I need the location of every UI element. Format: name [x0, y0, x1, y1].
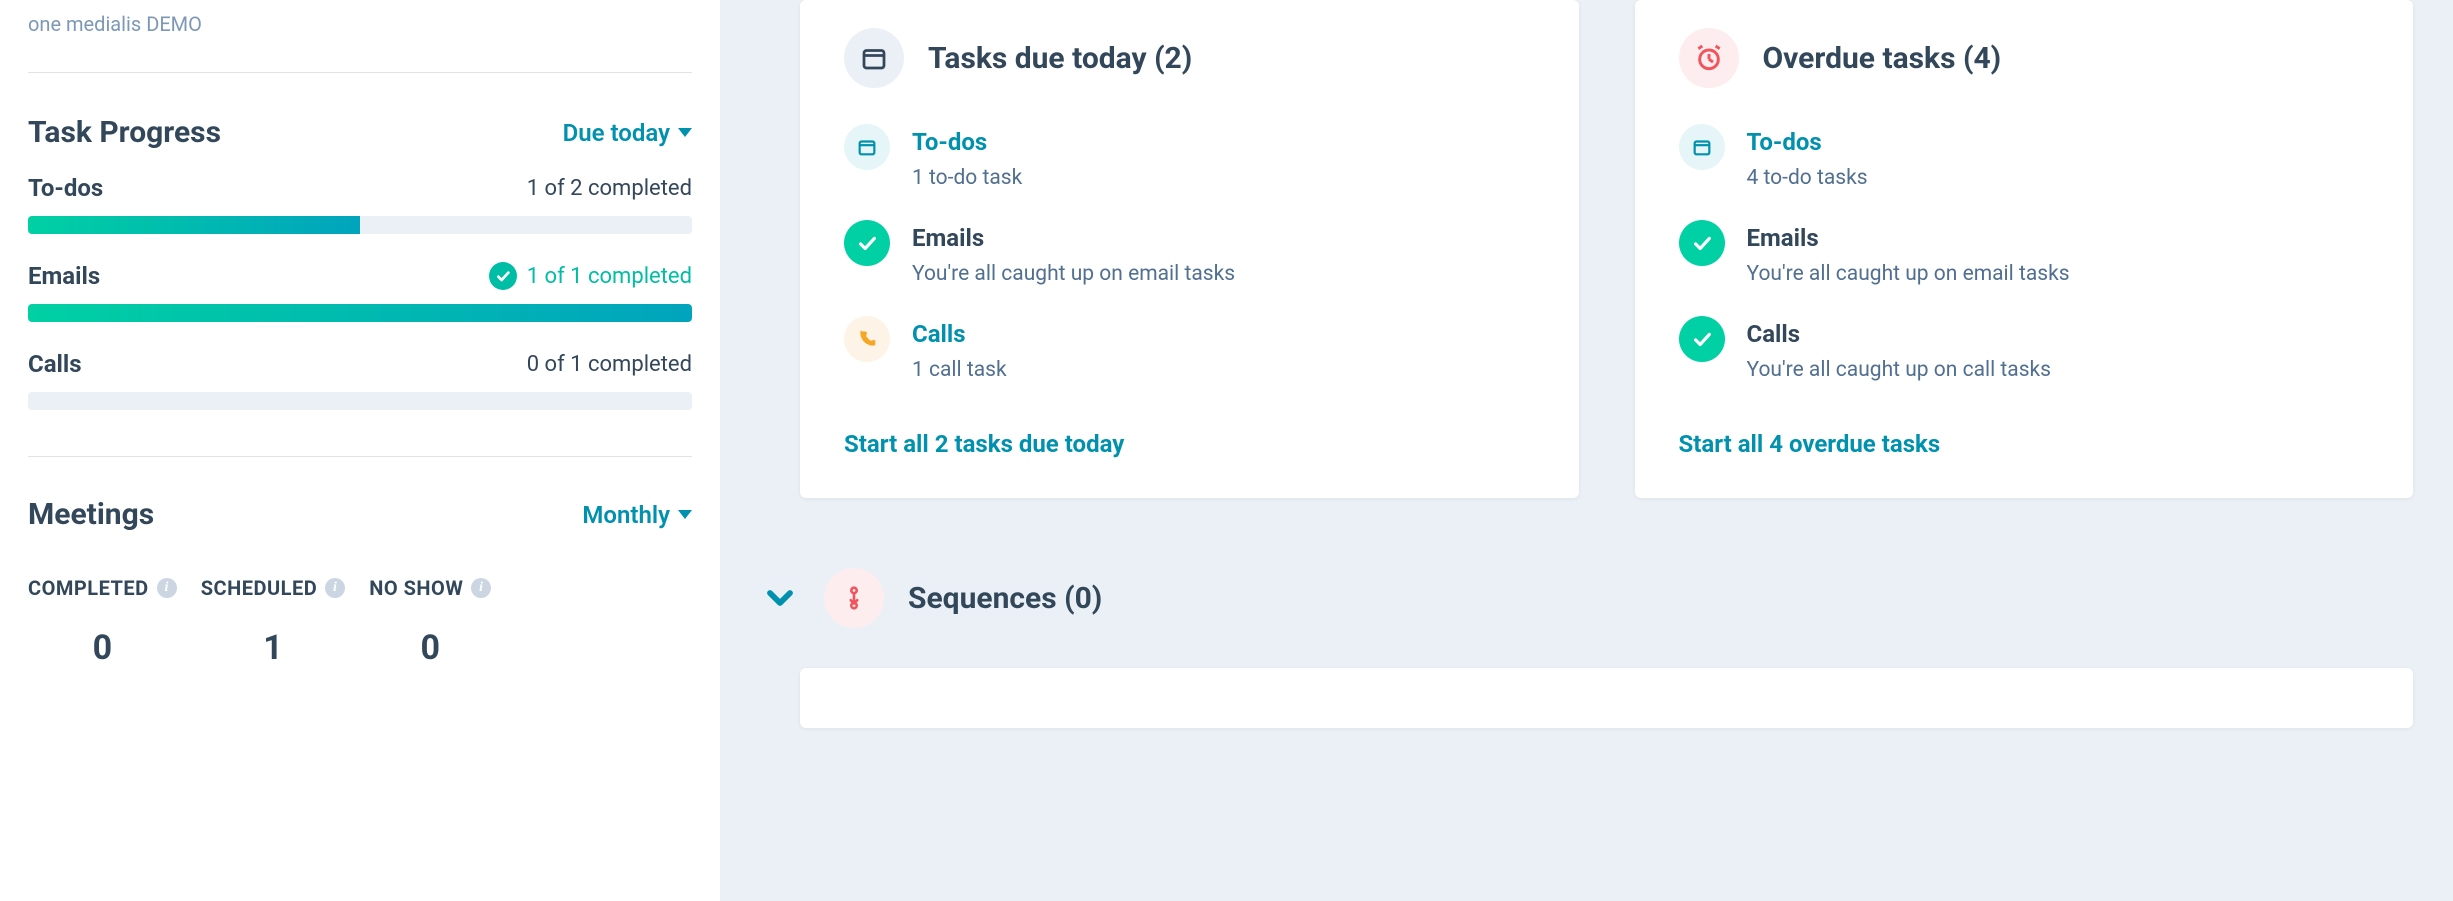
- card-overdue-tasks: Overdue tasks (4) To-dos 4 to-do tasks: [1635, 0, 2414, 498]
- progress-label: Emails: [28, 262, 100, 290]
- alarm-clock-icon: [1679, 28, 1739, 88]
- meeting-col-completed: COMPLETED i 0: [28, 576, 177, 668]
- task-progress-filter-dropdown[interactable]: Due today: [563, 119, 692, 147]
- sequences-section-header: Sequences (0): [760, 568, 2413, 628]
- main-content: Tasks due today (2) To-dos 1 to-do task: [720, 0, 2453, 901]
- meetings-title: Meetings: [28, 497, 154, 532]
- task-cards-row: Tasks due today (2) To-dos 1 to-do task: [800, 0, 2413, 498]
- task-progress-filter-label: Due today: [563, 119, 670, 147]
- task-progress-header: Task Progress Due today: [28, 115, 692, 150]
- task-label: Calls: [1747, 320, 2052, 348]
- progress-status-text: 1 of 1 completed: [527, 264, 692, 289]
- check-icon: [1679, 316, 1725, 362]
- task-subtext: You're all caught up on email tasks: [1747, 262, 2070, 286]
- meeting-col-head: COMPLETED i: [28, 576, 177, 600]
- meetings-header: Meetings Monthly: [28, 497, 692, 532]
- card-title: Overdue tasks (4): [1763, 41, 2002, 76]
- sequences-panel: [800, 668, 2413, 728]
- check-circle-icon: [489, 262, 517, 290]
- progress-bar: [28, 216, 692, 234]
- task-subtext: 1 to-do task: [912, 166, 1022, 190]
- meeting-col-head: SCHEDULED i: [201, 576, 346, 600]
- meeting-col-head-text: COMPLETED: [28, 576, 149, 600]
- task-line-calls: Calls You're all caught up on call tasks: [1679, 316, 2370, 382]
- task-progress-title: Task Progress: [28, 115, 221, 150]
- task-subtext: You're all caught up on call tasks: [1747, 358, 2052, 382]
- task-label: Emails: [1747, 224, 2070, 252]
- progress-label: To-dos: [28, 174, 103, 202]
- meetings-filter-dropdown[interactable]: Monthly: [582, 501, 692, 529]
- task-line-todos: To-dos 4 to-do tasks: [1679, 124, 2370, 190]
- sidebar: one medialis DEMO Task Progress Due toda…: [0, 0, 720, 901]
- info-icon[interactable]: i: [471, 578, 491, 598]
- meetings-grid: COMPLETED i 0 SCHEDULED i 1 NO SHOW i 0: [28, 576, 692, 668]
- sequences-title: Sequences (0): [908, 581, 1102, 616]
- task-line-emails: Emails You're all caught up on email tas…: [844, 220, 1535, 286]
- progress-status: 1 of 1 completed: [489, 262, 692, 290]
- account-label: one medialis DEMO: [28, 0, 692, 72]
- progress-row-emails: Emails 1 of 1 completed: [28, 262, 692, 322]
- todo-icon: [844, 124, 890, 170]
- meeting-col-head: NO SHOW i: [369, 576, 491, 600]
- card-header: Tasks due today (2): [844, 28, 1535, 88]
- task-label-link[interactable]: To-dos: [1747, 128, 1868, 156]
- card-title: Tasks due today (2): [928, 41, 1192, 76]
- progress-bar: [28, 304, 692, 322]
- task-label-link[interactable]: Calls: [912, 320, 1007, 348]
- task-line-emails: Emails You're all caught up on email tas…: [1679, 220, 2370, 286]
- meeting-col-scheduled: SCHEDULED i 1: [201, 576, 346, 668]
- task-label: Emails: [912, 224, 1235, 252]
- check-icon: [844, 220, 890, 266]
- card-header: Overdue tasks (4): [1679, 28, 2370, 88]
- divider: [28, 456, 692, 457]
- meeting-col-noshow: NO SHOW i 0: [369, 576, 491, 668]
- progress-bar: [28, 392, 692, 410]
- caret-down-icon: [678, 510, 692, 519]
- phone-icon: [844, 316, 890, 362]
- card-tasks-due-today: Tasks due today (2) To-dos 1 to-do task: [800, 0, 1579, 498]
- start-overdue-tasks-link[interactable]: Start all 4 overdue tasks: [1679, 430, 1941, 458]
- meeting-col-head-text: SCHEDULED: [201, 576, 318, 600]
- task-subtext: 4 to-do tasks: [1747, 166, 1868, 190]
- calendar-icon: [844, 28, 904, 88]
- progress-status: 0 of 1 completed: [527, 352, 692, 377]
- meeting-col-value: 0: [369, 628, 491, 668]
- info-icon[interactable]: i: [325, 578, 345, 598]
- task-subtext: 1 call task: [912, 358, 1007, 382]
- divider: [28, 72, 692, 73]
- progress-bar-fill: [28, 216, 360, 234]
- meeting-col-head-text: NO SHOW: [369, 576, 463, 600]
- todo-icon: [1679, 124, 1725, 170]
- task-subtext: You're all caught up on email tasks: [912, 262, 1235, 286]
- progress-bar-fill: [28, 304, 692, 322]
- check-icon: [1679, 220, 1725, 266]
- progress-label: Calls: [28, 350, 82, 378]
- task-line-todos: To-dos 1 to-do task: [844, 124, 1535, 190]
- start-due-tasks-link[interactable]: Start all 2 tasks due today: [844, 430, 1124, 458]
- caret-down-icon: [678, 128, 692, 137]
- chevron-down-icon[interactable]: [760, 578, 800, 618]
- task-label-link[interactable]: To-dos: [912, 128, 1022, 156]
- sequences-icon: [824, 568, 884, 628]
- info-icon[interactable]: i: [157, 578, 177, 598]
- task-line-calls: Calls 1 call task: [844, 316, 1535, 382]
- meeting-col-value: 0: [28, 628, 177, 668]
- progress-status: 1 of 2 completed: [527, 176, 692, 201]
- progress-row-calls: Calls 0 of 1 completed: [28, 350, 692, 410]
- progress-row-todos: To-dos 1 of 2 completed: [28, 174, 692, 234]
- meetings-filter-label: Monthly: [582, 501, 670, 529]
- meeting-col-value: 1: [201, 628, 346, 668]
